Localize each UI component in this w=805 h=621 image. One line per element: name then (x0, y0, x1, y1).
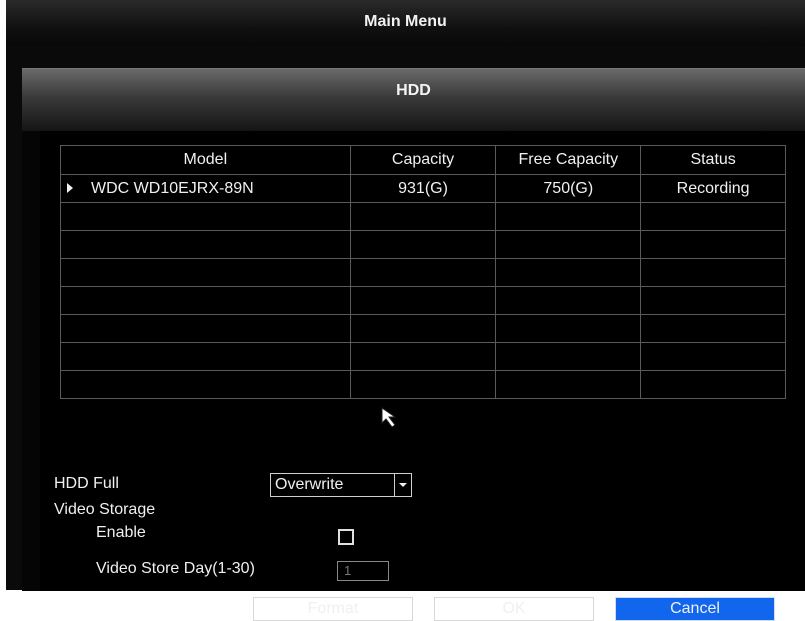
table-row-empty (60, 314, 786, 343)
dvr-screen: Main Menu HDD Model Capacity Free Capaci… (6, 0, 805, 621)
ok-button[interactable]: OK (434, 597, 594, 621)
hdd-dialog: HDD Model Capacity Free Capacity Status (22, 68, 805, 621)
cell-capacity: 931(G) (349, 174, 497, 203)
column-header-capacity: Capacity (349, 145, 497, 175)
table-row-empty (60, 370, 786, 399)
hdd-body: Model Capacity Free Capacity Status WDC … (40, 131, 805, 621)
column-header-free-capacity: Free Capacity (495, 145, 642, 175)
table-row-empty (60, 342, 786, 371)
mouse-cursor-icon (381, 407, 397, 428)
enable-checkbox[interactable] (338, 529, 354, 545)
hdd-full-dropdown[interactable]: Overwrite (270, 473, 412, 497)
hdd-full-value: Overwrite (275, 476, 344, 493)
enable-label: Enable (96, 524, 146, 541)
cell-model: WDC WD10EJRX-89N (60, 174, 351, 203)
column-header-model: Model (60, 145, 351, 175)
hdd-titlebar: HDD (22, 69, 805, 131)
main-menu-titlebar: Main Menu (6, 0, 805, 46)
table-row-empty (60, 258, 786, 287)
video-store-day-label: Video Store Day(1-30) (96, 560, 255, 577)
video-store-day-input[interactable]: 1 (337, 561, 389, 581)
hdd-table: Model Capacity Free Capacity Status WDC … (60, 145, 786, 399)
video-storage-label: Video Storage (54, 501, 156, 518)
table-header-row: Model Capacity Free Capacity Status (60, 145, 786, 175)
main-menu-title: Main Menu (364, 13, 447, 30)
cancel-button[interactable]: Cancel (615, 597, 775, 621)
chevron-down-icon[interactable] (394, 474, 411, 496)
model-value: WDC WD10EJRX-89N (91, 179, 254, 197)
table-row[interactable]: WDC WD10EJRX-89N 931(G) 750(G) Recording (60, 174, 786, 203)
column-header-status: Status (640, 145, 786, 175)
selection-arrow-icon (67, 183, 73, 194)
hdd-full-label: HDD Full (54, 475, 119, 492)
hdd-title: HDD (396, 82, 431, 99)
table-row-empty (60, 230, 786, 259)
video-store-day-value: 1 (344, 563, 352, 578)
table-row-empty (60, 202, 786, 231)
cell-free-capacity: 750(G) (495, 174, 642, 203)
format-button[interactable]: Format (253, 597, 413, 621)
table-row-empty (60, 286, 786, 315)
cell-status: Recording (640, 174, 786, 203)
